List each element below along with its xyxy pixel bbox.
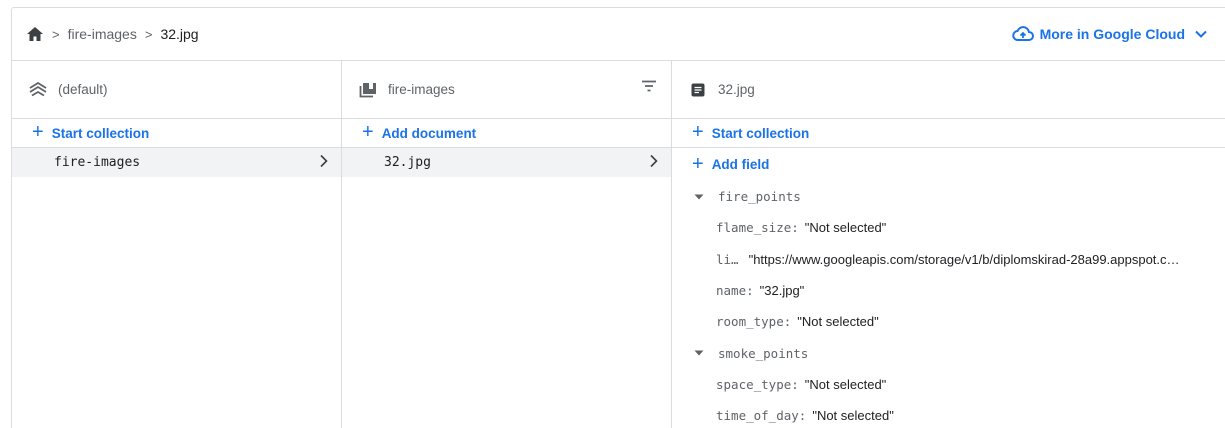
field-row[interactable]: time_of_day: "Not selected" bbox=[672, 400, 1225, 428]
breadcrumb-document[interactable]: 32.jpg bbox=[160, 26, 198, 42]
breadcrumb-collection[interactable]: fire-images bbox=[68, 26, 137, 42]
more-in-google-cloud-button[interactable]: More in Google Cloud bbox=[1011, 8, 1213, 60]
database-icon bbox=[28, 80, 48, 100]
firestore-panel: > fire-images > 32.jpg More in Google Cl… bbox=[11, 7, 1225, 428]
plus-icon: + bbox=[692, 121, 704, 143]
field-value: "Not selected" bbox=[804, 220, 887, 236]
root-column-header: (default) bbox=[12, 61, 341, 119]
field-row[interactable]: flame_size: "Not selected" bbox=[672, 212, 1225, 243]
start-collection-label: Start collection bbox=[711, 125, 810, 141]
add-field-button[interactable]: + Add field bbox=[672, 148, 1225, 181]
list-item-label: fire-images bbox=[54, 155, 141, 170]
field-value: "https://www.googleapis.com/storage/v1/b… bbox=[748, 251, 1180, 267]
document-column-header: 32.jpg bbox=[672, 61, 1225, 119]
field-colon: : bbox=[791, 376, 799, 392]
field-key: smoke_points bbox=[718, 345, 809, 361]
field-key: li… bbox=[716, 251, 739, 267]
field-key: name bbox=[716, 283, 747, 299]
list-item-label: 32.jpg bbox=[384, 155, 431, 170]
document-icon bbox=[688, 80, 708, 100]
field-colon: : bbox=[746, 283, 754, 299]
add-field-label: Add field bbox=[711, 157, 770, 172]
start-collection-label: Start collection bbox=[51, 125, 150, 141]
add-document-button[interactable]: + Add document bbox=[342, 119, 671, 148]
document-column-title: 32.jpg bbox=[718, 82, 755, 97]
plus-icon: + bbox=[32, 121, 44, 143]
top-bar: > fire-images > 32.jpg More in Google Cl… bbox=[12, 8, 1225, 61]
field-value: "32.jpg" bbox=[759, 283, 805, 299]
field-row[interactable]: li… "https://www.googleapis.com/storage/… bbox=[672, 244, 1225, 275]
chevron-right-icon bbox=[650, 154, 658, 168]
root-column: (default) + Start collection fire-images bbox=[12, 61, 342, 428]
start-collection-button[interactable]: + Start collection bbox=[672, 119, 1225, 148]
document-column: 32.jpg + Start collection + Add field fi… bbox=[672, 61, 1225, 428]
field-key: space_type bbox=[716, 376, 792, 392]
field-key: fire_points bbox=[718, 189, 801, 205]
triangle-down-icon[interactable] bbox=[692, 194, 706, 200]
plus-icon: + bbox=[692, 152, 704, 175]
start-collection-button[interactable]: + Start collection bbox=[12, 119, 341, 148]
field-row[interactable]: space_type: "Not selected" bbox=[672, 369, 1225, 400]
home-icon[interactable] bbox=[26, 25, 44, 43]
filter-icon[interactable] bbox=[641, 80, 657, 92]
field-value: "Not selected" bbox=[797, 314, 879, 330]
field-key: time_of_day bbox=[716, 408, 799, 424]
field-key: flame_size bbox=[716, 220, 792, 236]
cloud-icon bbox=[1011, 26, 1034, 41]
field-colon: : bbox=[791, 220, 799, 236]
collection-column-header: fire-images bbox=[342, 61, 671, 119]
triangle-down-icon[interactable] bbox=[692, 350, 706, 356]
collection-column-title: fire-images bbox=[388, 82, 455, 97]
field-row-map[interactable]: fire_points bbox=[672, 181, 1225, 212]
field-colon: : bbox=[798, 408, 807, 424]
breadcrumb: > fire-images > 32.jpg bbox=[26, 8, 199, 60]
breadcrumb-separator: > bbox=[52, 26, 60, 42]
add-document-label: Add document bbox=[381, 125, 477, 141]
chevron-down-icon bbox=[1195, 30, 1207, 38]
field-row-map[interactable]: smoke_points bbox=[672, 337, 1225, 368]
more-in-google-cloud-label: More in Google Cloud bbox=[1039, 26, 1185, 42]
list-item[interactable]: 32.jpg bbox=[342, 148, 671, 177]
field-key: room_type bbox=[716, 314, 784, 330]
plus-icon: + bbox=[362, 121, 374, 143]
field-value: "Not selected" bbox=[804, 376, 887, 392]
list-item[interactable]: fire-images bbox=[12, 148, 341, 177]
field-row[interactable]: room_type: "Not selected" bbox=[672, 306, 1225, 337]
field-value: "Not selected" bbox=[812, 408, 894, 424]
chevron-right-icon bbox=[320, 154, 328, 168]
collection-icon bbox=[358, 80, 378, 100]
collection-column: fire-images + Add document 32.jpg bbox=[342, 61, 672, 428]
field-row[interactable]: name: "32.jpg" bbox=[672, 275, 1225, 306]
field-colon: : bbox=[783, 314, 792, 330]
breadcrumb-separator: > bbox=[144, 26, 153, 42]
root-column-title: (default) bbox=[58, 82, 108, 97]
